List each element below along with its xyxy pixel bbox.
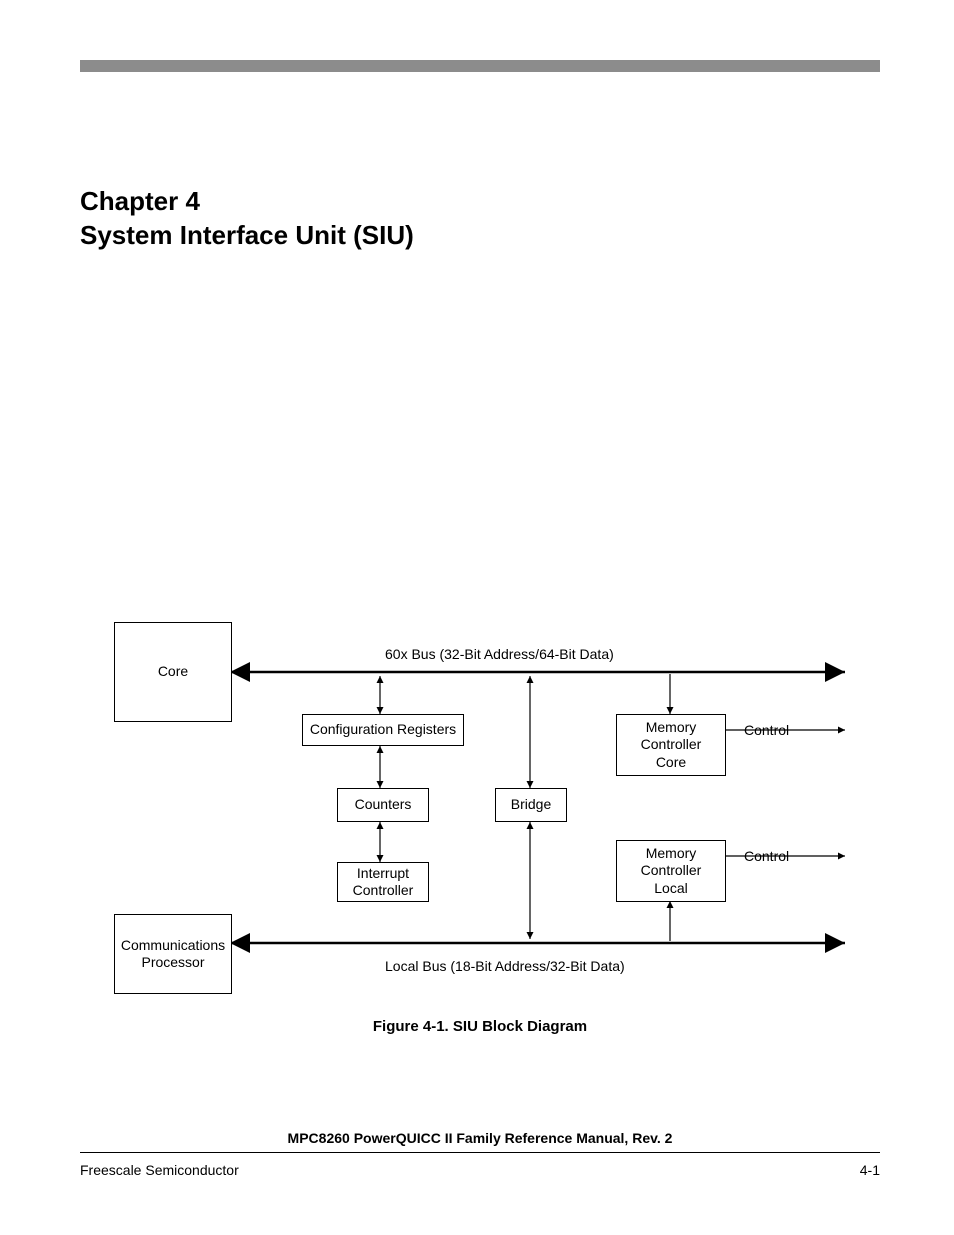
siu-block-diagram: 60x Bus (32-Bit Address/64-Bit Data) Loc… xyxy=(80,618,880,1018)
block-comm-line1: Communications xyxy=(121,937,225,955)
footer-manual-title: MPC8260 PowerQUICC II Family Reference M… xyxy=(80,1130,880,1146)
block-memory-controller-local: Memory Controller Local xyxy=(616,840,726,902)
block-comm-line2: Processor xyxy=(141,954,204,972)
block-memory-controller-core: Memory Controller Core xyxy=(616,714,726,776)
block-counters-label: Counters xyxy=(355,796,412,814)
block-counters: Counters xyxy=(337,788,429,822)
bus-bottom-label: Local Bus (18-Bit Address/32-Bit Data) xyxy=(385,958,625,974)
chapter-number: Chapter 4 xyxy=(80,185,414,219)
figure-caption: Figure 4-1. SIU Block Diagram xyxy=(80,1018,880,1035)
block-comm-processor: Communications Processor xyxy=(114,914,232,994)
block-memcore-line2: Controller xyxy=(641,736,702,754)
label-control-bottom: Control xyxy=(744,848,789,864)
block-memcore-line3: Core xyxy=(656,754,686,772)
block-interrupt-line2: Controller xyxy=(353,882,414,900)
block-interrupt-controller: Interrupt Controller xyxy=(337,862,429,902)
block-memlocal-line2: Controller xyxy=(641,862,702,880)
block-core-label: Core xyxy=(158,663,188,681)
block-memlocal-line1: Memory xyxy=(646,845,697,863)
chapter-title: System Interface Unit (SIU) xyxy=(80,219,414,253)
footer-rule xyxy=(80,1152,880,1153)
block-memlocal-line3: Local xyxy=(654,880,687,898)
block-bridge: Bridge xyxy=(495,788,567,822)
block-core: Core xyxy=(114,622,232,722)
block-bridge-label: Bridge xyxy=(511,796,551,814)
header-bar xyxy=(80,60,880,72)
footer-page-number: 4-1 xyxy=(860,1162,880,1178)
block-interrupt-line1: Interrupt xyxy=(357,865,409,883)
block-config-label: Configuration Registers xyxy=(310,721,456,739)
block-memcore-line1: Memory xyxy=(646,719,697,737)
bus-top-label: 60x Bus (32-Bit Address/64-Bit Data) xyxy=(385,646,614,662)
label-control-top: Control xyxy=(744,722,789,738)
block-config-registers: Configuration Registers xyxy=(302,714,464,746)
chapter-heading: Chapter 4 System Interface Unit (SIU) xyxy=(80,185,414,253)
footer-vendor: Freescale Semiconductor xyxy=(80,1162,239,1178)
